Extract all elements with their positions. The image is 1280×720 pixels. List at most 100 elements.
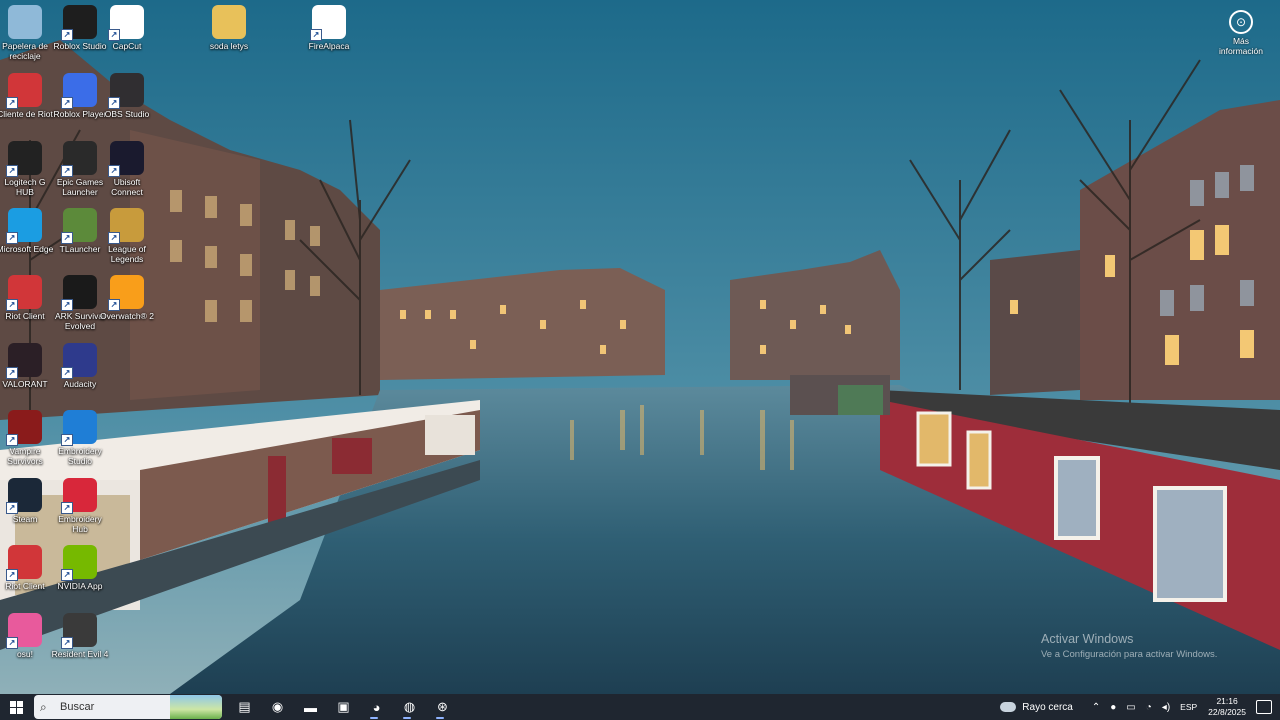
desktop-icon-label: League of Legends	[108, 244, 146, 264]
roblox-studio-icon: ↗	[61, 5, 97, 41]
riot-client-icon: ↗	[6, 545, 42, 581]
desktop-icon[interactable]: ↗ Embroidery Hub	[51, 478, 109, 534]
discord-icon: ◕	[372, 699, 381, 715]
desktop-icon-label: Vampire Survivors	[7, 446, 43, 466]
desktop-icon[interactable]: ↗ League of Legends	[98, 208, 156, 264]
desktop-icon[interactable]: ↗ FireAlpaca	[300, 5, 358, 51]
ubisoft-connect-icon: ↗	[108, 141, 144, 177]
volume-icon[interactable]: ◂)	[1162, 702, 1170, 713]
steam-icon: ↗	[6, 478, 42, 514]
shortcut-arrow-icon: ↗	[61, 29, 73, 41]
file-explorer-icon: ▬	[304, 699, 317, 715]
taskbar-search-box[interactable]: ⌕ Buscar	[34, 695, 222, 719]
desktop-wallpaper	[0, 0, 1280, 694]
desktop-icon[interactable]: ↗ CapCut	[98, 5, 156, 51]
taskbar-app-discord[interactable]: ◕	[360, 694, 393, 720]
more-info-label: Más información	[1219, 36, 1263, 56]
shortcut-arrow-icon: ↗	[6, 97, 18, 109]
desktop-icon[interactable]: ↗ Logitech G HUB	[0, 141, 54, 197]
desktop-icon-label: Steam	[12, 514, 38, 524]
desktop-icon[interactable]: ↗ Vampire Survivors	[0, 410, 54, 466]
desktop-icon[interactable]: soda letys	[200, 5, 258, 51]
shortcut-arrow-icon: ↗	[61, 299, 73, 311]
windows-logo-icon	[9, 700, 23, 714]
desktop-icon-label: Embroidery Hub	[58, 514, 102, 534]
folder-icon	[212, 5, 246, 39]
desktop-icon-label: FireAlpaca	[308, 41, 350, 51]
activate-windows-watermark: Activar Windows Ve a Configuración para …	[1041, 632, 1217, 660]
overwatch-icon: ⊛	[437, 699, 448, 714]
camera-icon[interactable]: ▭	[1126, 702, 1135, 713]
riot-client-icon: ↗	[6, 275, 42, 311]
microphone-icon[interactable]: ●	[1110, 702, 1116, 713]
embroidery-hub-icon: ↗	[61, 478, 97, 514]
nvidia-icon: ↗	[61, 545, 97, 581]
desktop-icon[interactable]: ↗ Resident Evil 4	[51, 613, 109, 659]
desktop-icon[interactable]: ↗ Overwatch® 2	[98, 275, 156, 321]
desktop-icon-label: Audacity	[63, 379, 97, 389]
desktop-icon[interactable]: ↗ Ubisoft Connect	[98, 141, 156, 197]
more-info-button[interactable]: ⊙ Más información	[1218, 10, 1264, 56]
cloud-icon	[1000, 702, 1017, 712]
desktop-icon[interactable]: ↗ Riot Client	[0, 275, 54, 321]
language-indicator[interactable]: ESP	[1180, 702, 1197, 712]
shortcut-arrow-icon: ↗	[108, 232, 120, 244]
desktop-icon-label: Papelera de reciclaje	[2, 41, 48, 61]
watermark-subtitle: Ve a Configuración para activar Windows.	[1041, 649, 1218, 660]
taskbar: ⌕ Buscar ▤ ◉ ▬ ▣ ◕ ◍ ⊛ Rayo cerca ⌃ ● ▭ ◔ ◂) E…	[0, 694, 1280, 720]
search-icon: ⌕	[40, 699, 47, 714]
taskbar-app-file-explorer[interactable]: ▬	[294, 694, 327, 720]
edge-icon: ◉	[271, 699, 284, 714]
desktop-icon[interactable]: ↗ OBS Studio	[98, 73, 156, 119]
taskbar-app-task-view[interactable]: ▤	[228, 694, 261, 720]
taskbar-app-overwatch[interactable]: ⊛	[426, 694, 459, 720]
obs-studio-icon: ◍	[403, 699, 416, 714]
desktop-icon[interactable]: ↗ Embroidery Studio	[51, 410, 109, 466]
ark-icon: ↗	[61, 275, 97, 311]
desktop-icon[interactable]: ↗ osu!	[0, 613, 54, 659]
shortcut-arrow-icon: ↗	[6, 367, 18, 379]
clock[interactable]: 21:16 22/8/2025	[1208, 696, 1246, 718]
capcut-icon: ↗	[108, 5, 144, 41]
desktop-icon-label: Logitech G HUB	[4, 177, 46, 197]
firealpaca-icon: ↗	[310, 5, 346, 41]
shortcut-arrow-icon: ↗	[61, 569, 73, 581]
taskbar-app-obs-studio[interactable]: ◍	[393, 694, 426, 720]
desktop-icon-label: Riot Client	[5, 311, 45, 321]
desktop-icon[interactable]: ↗ Microsoft Edge	[0, 208, 54, 254]
notification-icon[interactable]	[1256, 700, 1272, 714]
desktop-icon[interactable]: ↗ Cliente de Riot	[0, 73, 54, 119]
start-button[interactable]	[2, 694, 30, 720]
shortcut-arrow-icon: ↗	[108, 97, 120, 109]
shortcut-arrow-icon: ↗	[6, 232, 18, 244]
chevron-up-icon[interactable]: ⌃	[1092, 702, 1100, 713]
roblox-player-icon: ↗	[61, 73, 97, 109]
taskbar-pinned-apps: ▤ ◉ ▬ ▣ ◕ ◍ ⊛	[228, 694, 459, 720]
shortcut-arrow-icon: ↗	[108, 165, 120, 177]
watermark-title: Activar Windows	[1041, 632, 1134, 646]
shortcut-arrow-icon: ↗	[61, 434, 73, 446]
shortcut-arrow-icon: ↗	[61, 637, 73, 649]
desktop-icon-label: soda letys	[209, 41, 249, 51]
taskbar-app-edge[interactable]: ◉	[261, 694, 294, 720]
network-icon[interactable]: ◔	[1146, 702, 1152, 713]
desktop-icon[interactable]: ↗ Riot Client	[0, 545, 54, 591]
shortcut-arrow-icon: ↗	[6, 637, 18, 649]
shortcut-arrow-icon: ↗	[61, 502, 73, 514]
desktop-icon[interactable]: ↗ VALORANT	[0, 343, 54, 389]
desktop-icon[interactable]: Papelera de reciclaje	[0, 5, 54, 61]
desktop-icon[interactable]: ↗ Audacity	[51, 343, 109, 389]
desktop-icon-label: Resident Evil 4	[51, 649, 109, 659]
desktop-icon[interactable]: ↗ NVIDIA App	[51, 545, 109, 591]
obs-studio-icon: ↗	[108, 73, 144, 109]
shortcut-arrow-icon: ↗	[108, 299, 120, 311]
desktop-icon[interactable]: ↗ Steam	[0, 478, 54, 524]
taskbar-app-microsoft-store[interactable]: ▣	[327, 694, 360, 720]
shortcut-arrow-icon: ↗	[61, 232, 73, 244]
camera-info-icon: ⊙	[1229, 10, 1253, 34]
league-of-legends-icon: ↗	[108, 208, 144, 244]
weather-widget[interactable]: Rayo cerca	[1000, 702, 1073, 713]
desktop-icon-label: Embroidery Studio	[58, 446, 102, 466]
microsoft-store-icon: ▣	[337, 699, 350, 714]
desktop-icon-label: Riot Client	[5, 581, 45, 591]
